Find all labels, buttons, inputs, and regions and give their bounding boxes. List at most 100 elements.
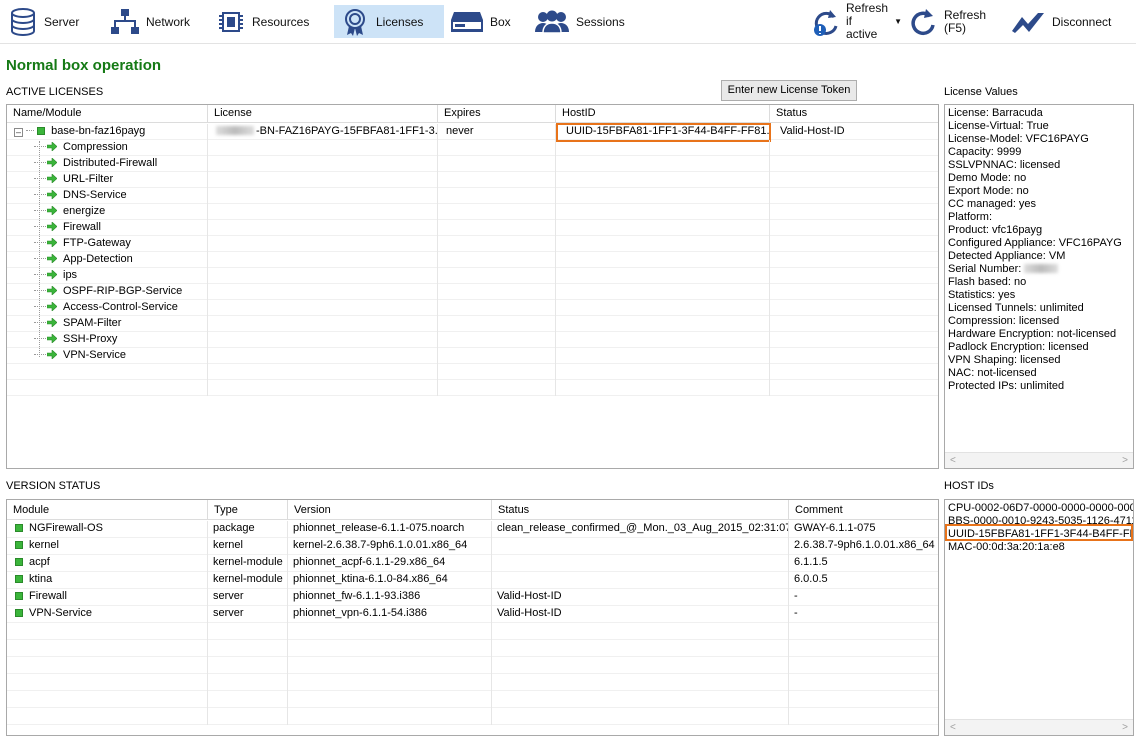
license-module-cell [208, 188, 438, 204]
empty-row [7, 380, 938, 396]
version-version-cell [288, 691, 492, 708]
version-comment-cell: 6.1.1.5 [789, 555, 938, 572]
version-module-cell: ktina [7, 572, 208, 589]
version-row[interactable]: kernel kernel kernel-2.6.38.7-9ph6.1.0.01.… [7, 538, 938, 555]
host-ids-scrollbar[interactable]: < > [945, 719, 1133, 735]
module-arrow-icon [47, 302, 57, 311]
license-value-text: License-Model: VFC16PAYG [948, 133, 1089, 145]
version-row[interactable]: VPN-Service server phionnet_vpn-6.1.1-54.i… [7, 606, 938, 623]
scroll-right-icon[interactable]: > [1122, 455, 1128, 466]
license-module-cell [208, 156, 438, 172]
license-module-row[interactable]: Firewall [7, 220, 938, 236]
license-module-row[interactable]: App-Detection [7, 252, 938, 268]
license-module-name: Compression [63, 141, 128, 153]
license-module-cell [208, 172, 438, 188]
box-label: Box [490, 14, 511, 29]
license-value-line: SSLVPNNAC: licensed [948, 159, 1122, 172]
disconnect-button[interactable]: Disconnect [1010, 5, 1130, 38]
dropdown-arrow-icon[interactable]: ▼ [894, 17, 902, 26]
host-id-line[interactable]: MAC-00:0d:3a:20:1a:e8 [948, 541, 1133, 554]
license-module-cell: energize [7, 204, 208, 220]
network-button[interactable]: Network [110, 5, 205, 38]
license-value-text: SSLVPNNAC: licensed [948, 159, 1061, 171]
license-module-row[interactable]: FTP-Gateway [7, 236, 938, 252]
collapse-toggle-icon[interactable]: – [14, 128, 23, 137]
version-row[interactable]: acpf kernel-module phionnet_acpf-6.1.1-29.… [7, 555, 938, 572]
tree-connector [34, 274, 46, 275]
version-module-cell: Firewall [7, 589, 208, 606]
resources-button[interactable]: Resources [216, 5, 326, 38]
version-row[interactable]: ktina kernel-module phionnet_ktina-6.1.0-8… [7, 572, 938, 589]
refresh-line1: Refresh [944, 7, 987, 22]
license-module-name: SPAM-Filter [63, 317, 122, 329]
host-id-line[interactable]: CPU-0002-06D7-0000-0000-0000-0000 [948, 502, 1133, 515]
license-module-row[interactable]: Distributed-Firewall [7, 156, 938, 172]
license-value-text: VPN Shaping: licensed [948, 354, 1061, 366]
scroll-left-icon[interactable]: < [950, 455, 956, 466]
refresh-warning-icon [812, 7, 840, 37]
license-module-cell [208, 380, 438, 396]
license-value-text: License-Virtual: True [948, 120, 1049, 132]
col-header-status[interactable]: Status [770, 105, 938, 123]
license-value-line: Flash based: no [948, 276, 1122, 289]
version-row[interactable]: Firewall server phionnet_fw-6.1.1-93.i386 V… [7, 589, 938, 606]
status-ok-icon [15, 575, 23, 583]
col-header-hostid[interactable]: HostID [556, 105, 770, 123]
col-header-expires[interactable]: Expires [438, 105, 556, 123]
col-header-type[interactable]: Type [208, 500, 288, 520]
box-icon [450, 7, 484, 37]
licenses-tab[interactable]: Licenses [334, 5, 444, 38]
license-module-row[interactable]: SSH-Proxy [7, 332, 938, 348]
license-module-row[interactable]: SPAM-Filter [7, 316, 938, 332]
version-comment-cell: - [789, 606, 938, 623]
col-header-module[interactable]: Module [7, 500, 208, 520]
license-root-row[interactable]: – base-bn-faz16payg -BN-FAZ16PAYG-15FBFA… [7, 124, 938, 140]
col-header-license[interactable]: License [208, 105, 438, 123]
license-module-cell [556, 332, 770, 348]
license-module-row[interactable]: Compression [7, 140, 938, 156]
version-module-cell: kernel [7, 538, 208, 555]
scroll-left-icon[interactable]: < [950, 722, 956, 733]
license-value-line: Platform: [948, 211, 1122, 224]
version-status-cell [492, 674, 789, 691]
license-module-row[interactable]: Access-Control-Service [7, 300, 938, 316]
license-value-text: Product: vfc16payg [948, 224, 1043, 236]
tree-connector [34, 258, 46, 259]
col-header-vstatus[interactable]: Status [492, 500, 789, 520]
license-value-line: Configured Appliance: VFC16PAYG [948, 237, 1122, 250]
license-module-row[interactable]: URL-Filter [7, 172, 938, 188]
license-module-name: Access-Control-Service [63, 301, 178, 313]
version-version-cell [288, 674, 492, 691]
tree-connector [34, 226, 46, 227]
license-module-row[interactable]: ips [7, 268, 938, 284]
scroll-right-icon[interactable]: > [1122, 722, 1128, 733]
refresh-button[interactable]: Refresh (F5) [908, 5, 988, 38]
col-header-comment[interactable]: Comment [789, 500, 938, 520]
license-module-cell [438, 380, 556, 396]
license-module-cell [438, 204, 556, 220]
sessions-button[interactable]: Sessions [534, 5, 634, 38]
enter-license-token-button[interactable]: Enter new License Token [721, 80, 857, 101]
version-status-cell [492, 572, 789, 589]
license-root-name: base-bn-faz16payg [51, 125, 146, 137]
license-module-row[interactable]: OSPF-RIP-BGP-Service [7, 284, 938, 300]
sessions-label: Sessions [576, 14, 625, 29]
users-icon [534, 7, 570, 37]
version-row[interactable]: NGFirewall-OS package phionnet_release-6.1… [7, 521, 938, 538]
license-values-panel: License: Barracuda License-Virtual: True L… [944, 104, 1134, 469]
version-type-cell [208, 623, 288, 640]
server-button[interactable]: Server [8, 5, 103, 38]
col-header-name[interactable]: Name/Module [7, 105, 208, 123]
license-module-row[interactable]: VPN-Service [7, 348, 938, 364]
license-module-row[interactable]: energize [7, 204, 938, 220]
refresh-if-active-button[interactable]: Refresh if active ▼ [812, 2, 902, 41]
box-button[interactable]: Box [450, 5, 530, 38]
license-module-cell [438, 332, 556, 348]
disconnect-icon [1010, 7, 1046, 37]
version-module-cell: acpf [7, 555, 208, 572]
version-type-cell [208, 640, 288, 657]
license-values-scrollbar[interactable]: < > [945, 452, 1133, 468]
version-comment-cell: 6.0.0.5 [789, 572, 938, 589]
license-module-row[interactable]: DNS-Service [7, 188, 938, 204]
col-header-version[interactable]: Version [288, 500, 492, 520]
